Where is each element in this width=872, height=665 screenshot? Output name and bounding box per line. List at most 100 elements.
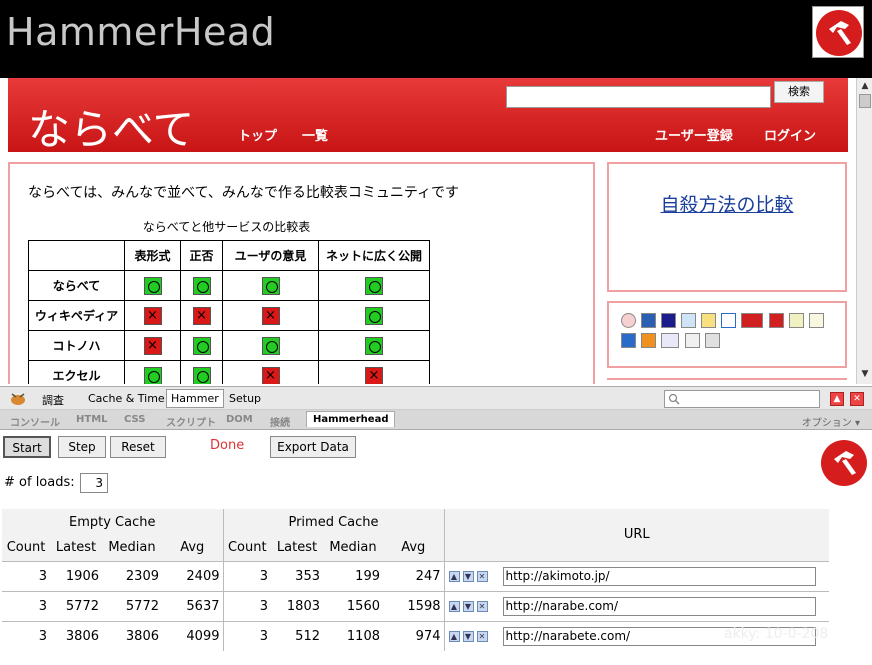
buzzurl-icon[interactable] <box>701 313 716 328</box>
move-down-icon[interactable]: ▼ <box>462 570 474 582</box>
remove-icon[interactable]: ✕ <box>476 630 488 642</box>
side-panel-bottom <box>607 378 847 384</box>
nav-link-register[interactable]: ユーザー登録 <box>655 125 733 144</box>
bookmark-icon[interactable] <box>621 313 636 328</box>
delicious-icon[interactable] <box>661 313 676 328</box>
side-panel: 自殺方法の比較 <box>607 162 847 292</box>
google-icon[interactable] <box>721 313 736 328</box>
scroll-up-icon[interactable]: ▲ <box>859 80 871 92</box>
scroll-down-icon[interactable]: ▼ <box>859 368 871 380</box>
table-row: ならべて <box>28 270 430 301</box>
toolbar-tab-cache-time[interactable]: Cache & Time <box>88 392 165 405</box>
pp-icon[interactable] <box>705 333 720 348</box>
cross-mark-icon: × <box>365 366 383 384</box>
intro-panel: ならべては、みんなで並べて、みんなで作る比較表コミュニティです ならべてと他サー… <box>8 162 595 384</box>
signal-icon[interactable] <box>685 333 700 348</box>
tab-console[interactable]: コンソール <box>10 414 60 429</box>
remove-icon[interactable]: ✕ <box>476 570 488 582</box>
tag-icon[interactable] <box>621 333 636 348</box>
start-button[interactable]: Start <box>3 436 51 458</box>
nav-link-top[interactable]: トップ <box>238 125 277 144</box>
primed-cache-cell: 1598 <box>383 590 445 621</box>
remove-icon[interactable]: ✕ <box>476 600 488 612</box>
minimize-icon[interactable]: ▲ <box>830 392 844 406</box>
side-link[interactable]: 自殺方法の比較 <box>609 190 845 217</box>
pookmark-icon[interactable] <box>661 333 679 348</box>
table-cell <box>124 360 181 384</box>
move-down-icon[interactable]: ▼ <box>462 600 474 612</box>
move-down-icon[interactable]: ▼ <box>462 630 474 642</box>
row-label: ならべて <box>28 270 125 301</box>
empty-cache-cell: 5772 <box>102 590 162 621</box>
primed-cache-cell: 1108 <box>323 620 383 651</box>
livedoor-clip-icon[interactable] <box>741 313 763 328</box>
page-scrollbar[interactable]: ▲ ▼ <box>856 78 872 384</box>
results-table: Empty Cache Primed Cache URL Count Lates… <box>2 509 829 651</box>
tab-css[interactable]: CSS <box>124 414 145 425</box>
circle-mark-icon <box>365 336 383 355</box>
row-label: ウィキペディア <box>28 300 125 331</box>
table-row: 3 3806 3806 4099 3 512 1108 974 ▲ ▼ ✕ http://narabe… <box>2 620 829 651</box>
circle-mark-icon <box>143 276 162 295</box>
url-input[interactable]: http://narabe.com/ <box>502 596 816 616</box>
tab-script[interactable]: スクリプト <box>166 414 216 429</box>
tab-hammerhead[interactable]: Hammerhead <box>306 411 396 427</box>
plus-icon[interactable] <box>789 313 804 328</box>
app-title: HammerHead <box>6 10 276 54</box>
column-header: Avg <box>383 535 445 561</box>
circle-mark-icon <box>261 276 280 295</box>
scroll-thumb[interactable] <box>859 94 871 108</box>
table-cell <box>180 330 223 361</box>
row-label: コトノハ <box>28 330 125 361</box>
primed-cache-cell: 353 <box>271 560 323 591</box>
site-search-input[interactable] <box>506 86 771 108</box>
empty-cache-cell: 3806 <box>102 620 162 651</box>
hatena-bookmark-icon[interactable] <box>641 313 656 328</box>
inspect-button[interactable]: 調査 <box>42 392 64 408</box>
tab-html[interactable]: HTML <box>76 414 108 425</box>
table-row: ウィキペディア × × × <box>28 300 430 331</box>
cross-mark-icon: × <box>261 366 280 384</box>
site-header: ならべて トップ 一覧 ユーザー登録 ログイン 検索 <box>8 78 848 154</box>
add-page-icon[interactable] <box>809 313 824 328</box>
table-cell <box>222 270 319 301</box>
firebug-icon[interactable] <box>8 391 28 407</box>
circle-mark-icon <box>192 366 211 384</box>
search-icon <box>668 393 680 405</box>
move-up-icon[interactable]: ▲ <box>448 630 460 642</box>
column-header: Latest <box>50 535 102 561</box>
firebug-search-input[interactable] <box>664 390 820 408</box>
toolbar-tab-setup[interactable]: Setup <box>229 392 261 405</box>
tab-dom[interactable]: DOM <box>226 414 253 425</box>
pencil-icon[interactable] <box>681 313 696 328</box>
site-logo[interactable]: ならべて <box>28 96 194 157</box>
toolbar-tab-hammer[interactable]: Hammer <box>166 389 224 408</box>
table-row: コトノハ × <box>28 330 430 361</box>
empty-cache-cell: 1906 <box>50 560 102 591</box>
cross-mark-icon: × <box>143 306 162 325</box>
move-up-icon[interactable]: ▲ <box>448 570 460 582</box>
close-icon[interactable]: ✕ <box>850 392 864 406</box>
primed-cache-cell: 247 <box>383 560 445 591</box>
step-button[interactable]: Step <box>58 436 106 458</box>
loads-input[interactable]: 3 <box>80 473 108 493</box>
export-data-button[interactable]: Export Data <box>270 436 356 458</box>
firebug-toolbar: 調査 Cache & Time Hammer Setup ▲ ✕ <box>0 386 872 410</box>
move-up-icon[interactable]: ▲ <box>448 600 460 612</box>
row-label: エクセル <box>28 360 125 384</box>
column-header: Count <box>223 535 271 561</box>
nav-link-login[interactable]: ログイン <box>764 125 816 144</box>
reset-button[interactable]: Reset <box>110 436 166 458</box>
site-search-button[interactable]: 検索 <box>774 81 824 103</box>
circle-mark-icon <box>192 276 211 295</box>
options-menu[interactable]: オプション ▾ <box>802 414 860 429</box>
table-cell: × <box>222 300 319 331</box>
tab-net[interactable]: 接続 <box>270 414 290 429</box>
primed-cache-cell: 3 <box>223 560 271 591</box>
magnet-icon[interactable] <box>769 313 784 328</box>
nav-link-list[interactable]: 一覧 <box>302 125 328 144</box>
check-icon[interactable] <box>641 333 656 348</box>
url-input[interactable]: http://akimoto.jp/ <box>502 566 816 586</box>
empty-cache-header: Empty Cache <box>2 509 224 535</box>
circle-mark-icon <box>365 276 383 295</box>
